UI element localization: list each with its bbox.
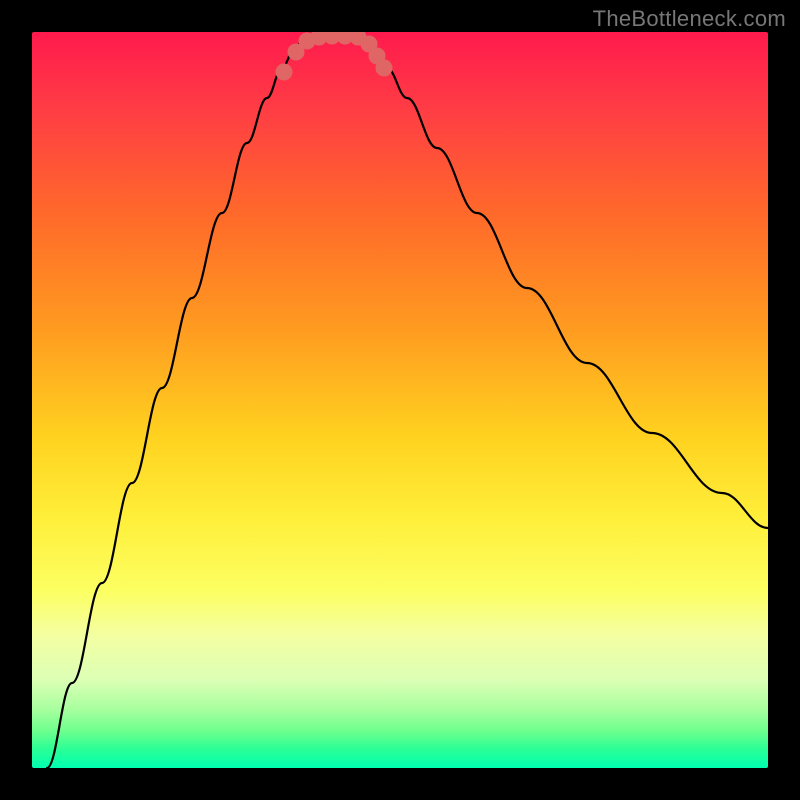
curve-right-branch (362, 42, 768, 528)
plot-area (32, 32, 768, 768)
bottleneck-curve (32, 32, 768, 768)
chart-frame: TheBottleneck.com (0, 0, 800, 800)
valley-marker (376, 60, 393, 77)
valley-marker-group (276, 32, 393, 81)
watermark-label: TheBottleneck.com (593, 6, 786, 32)
curve-left-branch (47, 42, 302, 768)
valley-marker (276, 64, 293, 81)
